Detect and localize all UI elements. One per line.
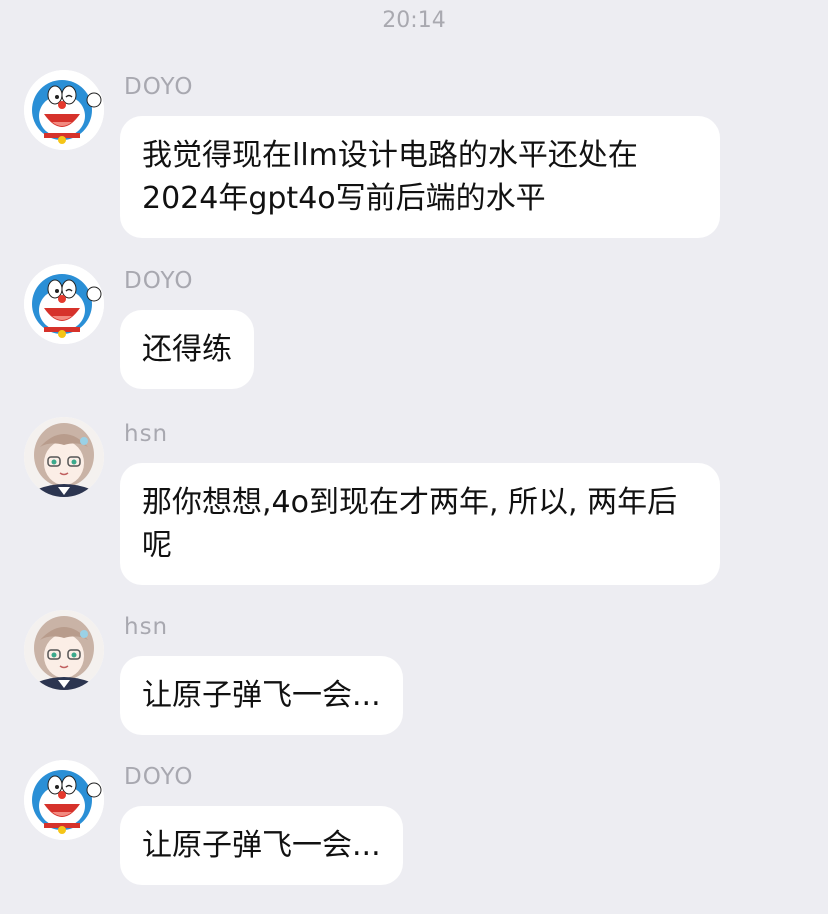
message-bubble[interactable]: 让原子弹飞一会... bbox=[120, 806, 403, 885]
message-bubble[interactable]: 那你想想,4o到现在才两年, 所以, 两年后呢 bbox=[120, 463, 720, 585]
message-bubble[interactable]: 我觉得现在llm设计电路的水平还处在2024年gpt4o写前后端的水平 bbox=[120, 116, 720, 238]
anime-girl-avatar-icon[interactable] bbox=[24, 610, 104, 690]
sender-name: DOYO bbox=[124, 268, 194, 294]
timestamp: 20:14 bbox=[382, 8, 446, 33]
sender-name: hsn bbox=[124, 614, 169, 640]
message-bubble[interactable]: 让原子弹飞一会... bbox=[120, 656, 403, 735]
doraemon-avatar-icon[interactable] bbox=[24, 760, 104, 840]
message-bubble[interactable]: 还得练 bbox=[120, 310, 254, 389]
doraemon-avatar-icon[interactable] bbox=[24, 264, 104, 344]
sender-name: DOYO bbox=[124, 764, 194, 790]
anime-girl-avatar-icon[interactable] bbox=[24, 417, 104, 497]
sender-name: DOYO bbox=[124, 74, 194, 100]
sender-name: hsn bbox=[124, 421, 169, 447]
doraemon-avatar-icon[interactable] bbox=[24, 70, 104, 150]
